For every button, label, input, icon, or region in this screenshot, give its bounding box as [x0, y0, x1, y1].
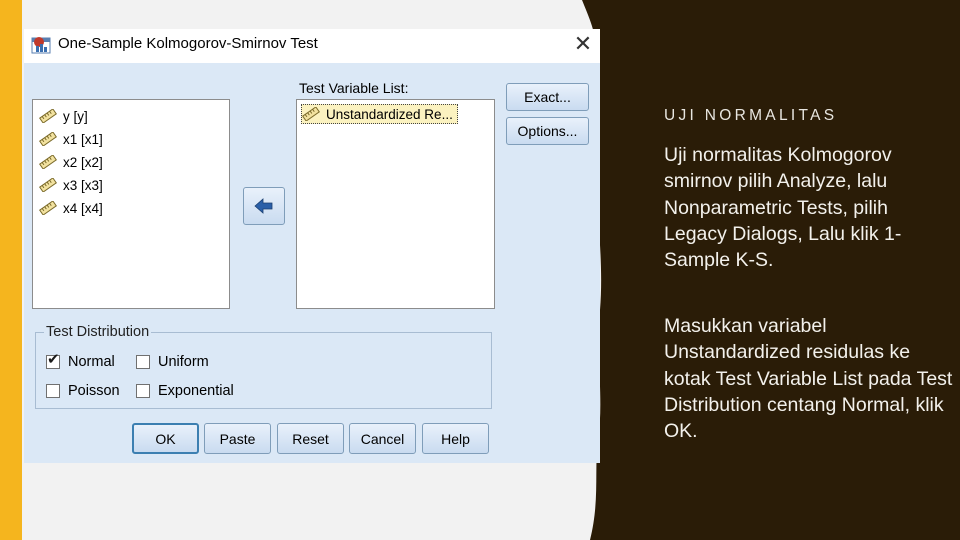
normal-checkbox[interactable]: ✔ Normal: [46, 351, 115, 370]
list-item[interactable]: x3 [x3]: [39, 175, 103, 195]
slide-paragraph-2: Masukkan variabel Unstandardized residul…: [664, 315, 953, 443]
checkbox-label: Exponential: [158, 383, 234, 399]
list-item[interactable]: y [y]: [39, 106, 88, 126]
variable-name: y: [63, 108, 70, 124]
dialog-titlebar: One-Sample Kolmogorov-Smirnov Test ✕: [24, 29, 600, 63]
list-item[interactable]: Unstandardized Re...: [301, 104, 458, 124]
ks-test-dialog: One-Sample Kolmogorov-Smirnov Test ✕ y […: [24, 29, 600, 463]
test-distribution-title: Test Distribution: [44, 324, 152, 340]
scale-ruler-icon: [302, 107, 320, 121]
move-variable-button[interactable]: [243, 187, 285, 225]
checkmark-icon: ✔: [47, 351, 60, 368]
checkbox-label: Uniform: [158, 354, 209, 370]
poisson-checkbox[interactable]: Poisson: [46, 383, 120, 399]
exact-button[interactable]: Exact...: [506, 83, 589, 111]
variable-label: [x4]: [81, 200, 103, 216]
list-item[interactable]: x4 [x4]: [39, 198, 103, 218]
list-item[interactable]: x2 [x2]: [39, 152, 103, 172]
variable-name: x1: [63, 131, 78, 147]
checkbox-box: [136, 355, 150, 369]
uniform-checkbox[interactable]: Uniform: [136, 354, 209, 370]
help-button[interactable]: Help: [422, 423, 489, 454]
dialog-title: One-Sample Kolmogorov-Smirnov Test: [58, 35, 318, 52]
paste-button[interactable]: Paste: [204, 423, 271, 454]
close-button[interactable]: ✕: [572, 31, 594, 57]
test-variable-list[interactable]: Unstandardized Re...: [296, 99, 495, 309]
checkbox-box: [46, 384, 60, 398]
ok-button[interactable]: OK: [132, 423, 199, 454]
variable-label: [y]: [73, 108, 88, 124]
slide-paragraph-1: Uji normalitas Kolmogorov smirnov pilih …: [664, 144, 902, 272]
variable-label: [x2]: [81, 154, 103, 170]
checkbox-label: Normal: [68, 354, 115, 370]
source-variable-list[interactable]: y [y] x1 [x1] x2 [x2] x3 [x3] x4 [x4]: [32, 99, 230, 309]
scale-ruler-icon: [39, 132, 57, 146]
scale-ruler-icon: [39, 109, 57, 123]
reset-button[interactable]: Reset: [277, 423, 344, 454]
scale-ruler-icon: [39, 155, 57, 169]
test-variable-list-label: Test Variable List:: [299, 80, 409, 96]
checkbox-label: Poisson: [68, 383, 120, 399]
cancel-button[interactable]: Cancel: [349, 423, 416, 454]
variable-name: x2: [63, 154, 78, 170]
spss-dialog-icon: [31, 37, 51, 54]
checkbox-box: ✔: [46, 351, 60, 369]
variable-name: x3: [63, 177, 78, 193]
move-arrow-icon: [254, 198, 273, 214]
checkbox-box: [136, 384, 150, 398]
list-item[interactable]: x1 [x1]: [39, 129, 103, 149]
test-variable-name: Unstandardized Re...: [326, 106, 453, 122]
scale-ruler-icon: [39, 178, 57, 192]
exponential-checkbox[interactable]: Exponential: [136, 383, 234, 399]
variable-label: [x1]: [81, 131, 103, 147]
options-button[interactable]: Options...: [506, 117, 589, 145]
variable-label: [x3]: [81, 177, 103, 193]
variable-name: x4: [63, 200, 78, 216]
slide-heading: UJI NORMALITAS: [664, 107, 838, 124]
scale-ruler-icon: [39, 201, 57, 215]
